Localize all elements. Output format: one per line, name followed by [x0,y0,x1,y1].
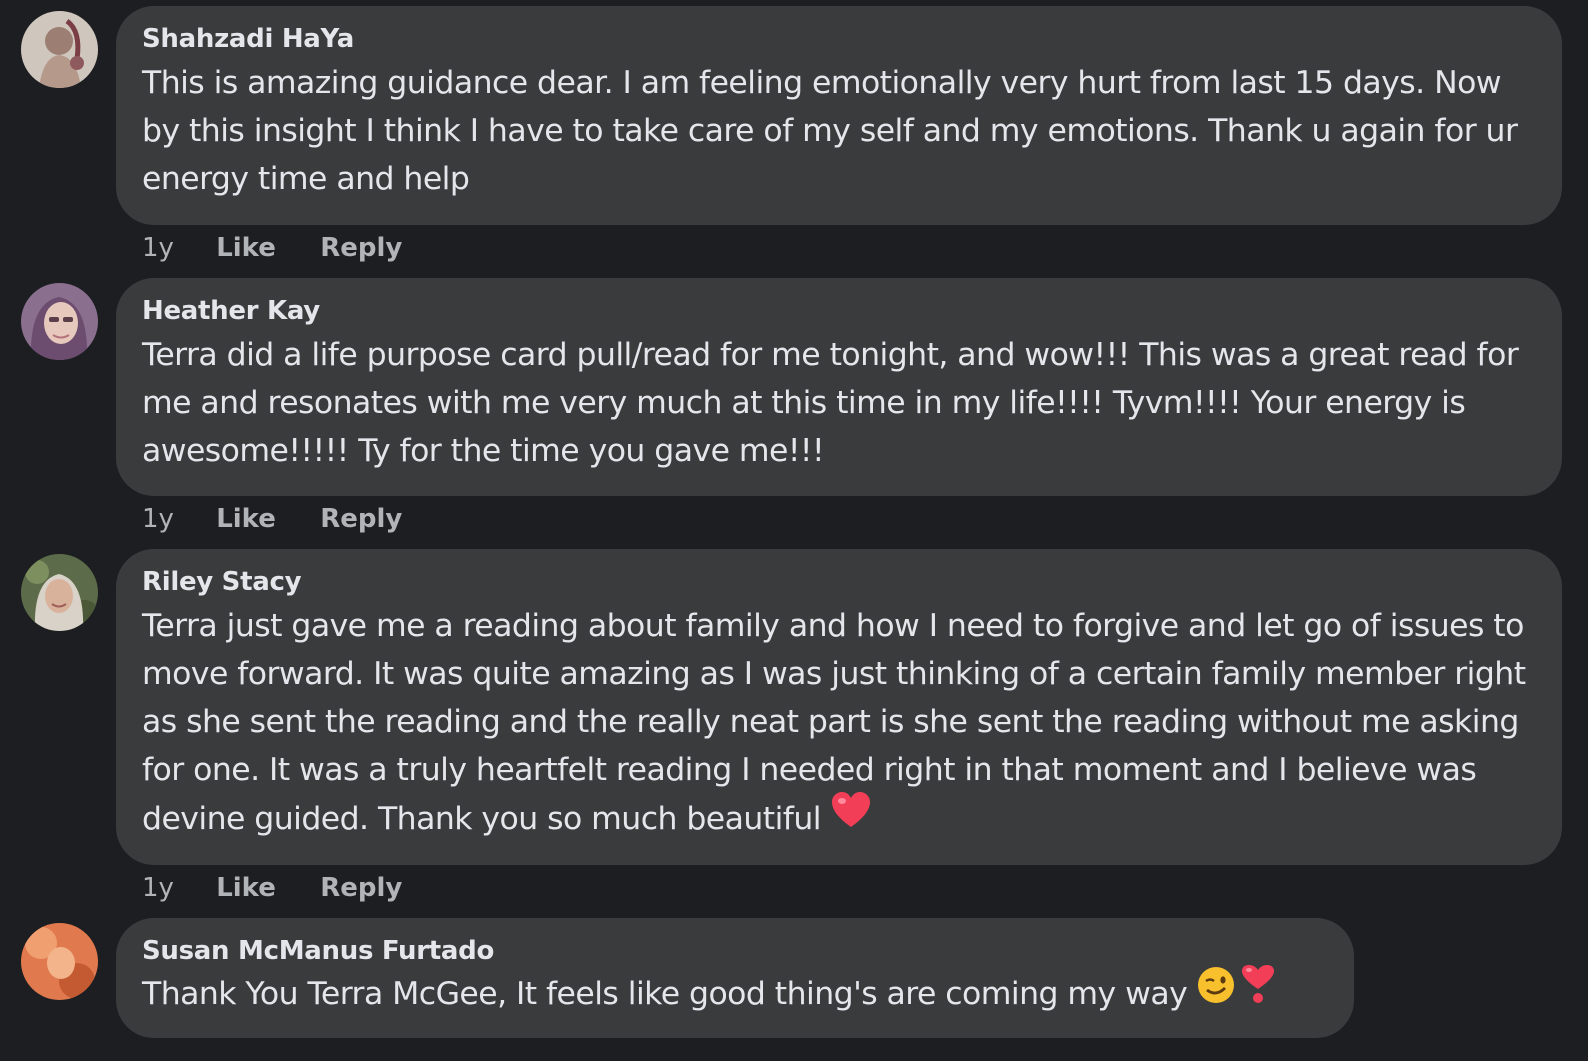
comment-text: Thank You Terra McGee, It feels like goo… [142,965,1328,1022]
comment-text-body: Thank You Terra McGee, It feels like goo… [142,976,1188,1012]
comment-timestamp[interactable]: 1y [142,503,174,535]
reply-button[interactable]: Reply [320,232,402,264]
avatar[interactable] [21,923,98,1000]
heart-emoji [831,791,871,843]
avatar[interactable] [21,554,98,631]
comment-actions: 1y Like Reply [142,503,438,535]
comment-author[interactable]: Susan McManus Furtado [142,934,1328,968]
comment-author[interactable]: Heather Kay [142,294,1536,328]
like-button[interactable]: Like [216,232,276,264]
comment-bubble: Riley Stacy Terra just gave me a reading… [116,549,1562,865]
reply-button[interactable]: Reply [320,872,402,904]
comment-timestamp[interactable]: 1y [142,232,174,264]
comment-author[interactable]: Riley Stacy [142,565,1536,599]
comment-text: This is amazing guidance dear. I am feel… [142,65,1518,197]
comment-bubble: Heather Kay Terra did a life purpose car… [116,278,1562,496]
like-button[interactable]: Like [216,872,276,904]
comment-thread: Shahzadi HaYa This is amazing guidance d… [0,0,1588,1061]
avatar[interactable] [21,283,98,360]
comment-actions: 1y Like Reply [142,232,438,264]
comment-timestamp[interactable]: 1y [142,872,174,904]
reply-button[interactable]: Reply [320,503,402,535]
avatar[interactable] [21,11,98,88]
comment-bubble: Susan McManus Furtado Thank You Terra Mc… [116,918,1354,1038]
comment-text: Terra just gave me a reading about famil… [142,602,1536,846]
wink-emoji [1197,966,1235,1018]
comment-bubble: Shahzadi HaYa This is amazing guidance d… [116,6,1562,225]
comment-author[interactable]: Shahzadi HaYa [142,22,1536,56]
comment-text: Terra did a life purpose card pull/read … [142,337,1519,469]
like-button[interactable]: Like [216,503,276,535]
heart-exclamation-emoji [1241,965,1275,1019]
comment-actions: 1y Like Reply [142,872,438,904]
